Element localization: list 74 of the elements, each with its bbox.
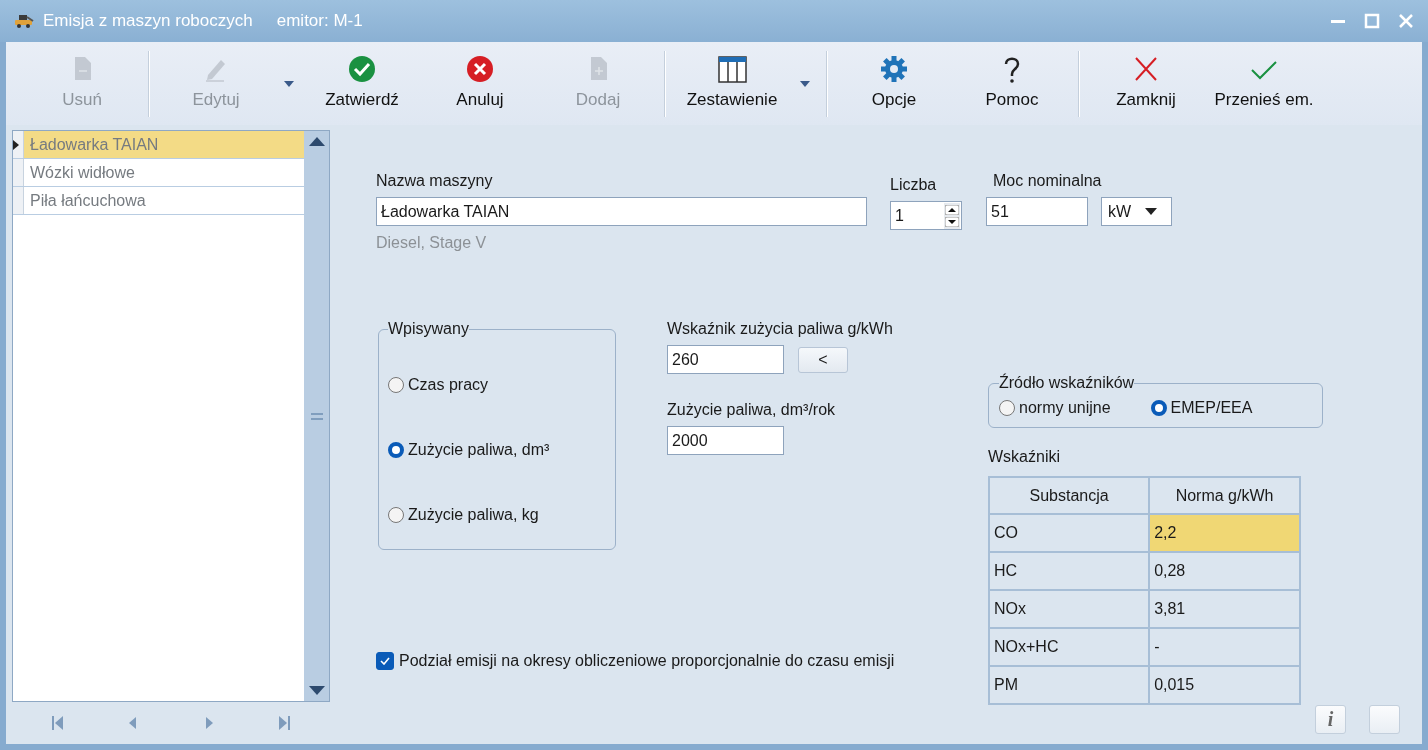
column-header: Norma g/kWh bbox=[1149, 477, 1300, 514]
radio-label[interactable]: EMEP/EEA bbox=[1170, 398, 1253, 417]
group-title: Wpisywany bbox=[388, 320, 469, 338]
close-window-button[interactable]: Zamknij bbox=[1090, 47, 1202, 120]
skip-last-icon bbox=[278, 715, 291, 731]
fuel-use-field[interactable]: 2000 bbox=[667, 426, 784, 455]
blank-button[interactable] bbox=[1369, 705, 1400, 734]
radio-label[interactable]: Czas pracy bbox=[408, 376, 489, 394]
check-circle-icon bbox=[346, 53, 378, 84]
field-label: Zużycie paliwa, dm³/rok bbox=[667, 401, 837, 420]
info-button[interactable]: i bbox=[1315, 705, 1346, 734]
row-pointer-icon bbox=[13, 139, 19, 150]
table-cell[interactable]: - bbox=[1149, 628, 1300, 666]
check-icon bbox=[380, 657, 390, 665]
group-title: Źródło wskaźników bbox=[999, 374, 1135, 392]
table-cell: NOx bbox=[989, 590, 1150, 628]
table-cell: NOx+HC bbox=[989, 628, 1150, 666]
options-button[interactable]: Opcje bbox=[838, 47, 950, 120]
radio-button[interactable] bbox=[388, 377, 404, 393]
power-field[interactable]: 51 bbox=[986, 197, 1088, 226]
radio-button[interactable] bbox=[1150, 399, 1167, 416]
help-button[interactable]: Pomoc bbox=[956, 47, 1068, 120]
fuel-rate-field[interactable]: 260 bbox=[667, 345, 784, 374]
grip-icon bbox=[310, 412, 323, 420]
confirm-button[interactable]: Zatwierdź bbox=[306, 47, 418, 120]
caret-icon bbox=[284, 80, 294, 87]
radio-button[interactable] bbox=[388, 507, 404, 523]
spin-down-icon[interactable] bbox=[945, 216, 959, 227]
radio-label[interactable]: Zużycie paliwa, kg bbox=[408, 506, 539, 524]
scrollbar[interactable] bbox=[304, 131, 329, 701]
skip-first-icon bbox=[51, 715, 64, 731]
radio-label[interactable]: Zużycie paliwa, dm³ bbox=[408, 441, 550, 459]
table-cell[interactable]: 0,28 bbox=[1149, 552, 1300, 590]
table-cell[interactable]: 0,015 bbox=[1149, 666, 1300, 704]
section-label: Wskaźniki bbox=[988, 448, 1061, 466]
radio-label[interactable]: normy unijne bbox=[1019, 398, 1111, 417]
x-circle-icon bbox=[464, 53, 496, 84]
list-item[interactable]: Wózki widłowe bbox=[24, 159, 304, 186]
name-field[interactable]: Ładowarka TAIAN bbox=[376, 197, 867, 226]
radio-button[interactable] bbox=[388, 442, 404, 458]
scroll-up-icon[interactable] bbox=[308, 137, 325, 146]
table-columns-icon bbox=[716, 53, 748, 84]
column-header: Substancja bbox=[989, 477, 1150, 514]
field-label: Wskaźnik zużycia paliwa g/kWh bbox=[667, 320, 894, 339]
maximize-icon[interactable] bbox=[1364, 13, 1380, 29]
hint-text: Diesel, Stage V bbox=[376, 234, 488, 252]
caret-icon bbox=[1145, 208, 1158, 215]
row-selector[interactable] bbox=[13, 131, 24, 158]
checkbox-label[interactable]: Podział emisji na okresy obliczeniowe proporcjonalnie do czasu emisji bbox=[399, 652, 895, 670]
settings-icon bbox=[878, 53, 910, 84]
table-cell: PM bbox=[989, 666, 1150, 704]
apply-button[interactable]: < bbox=[798, 346, 848, 373]
table-cell: HC bbox=[989, 552, 1150, 590]
unit-dropdown[interactable]: kW bbox=[1101, 197, 1172, 226]
spin-up-icon[interactable] bbox=[945, 204, 959, 215]
scroll-down-icon[interactable] bbox=[308, 686, 325, 695]
count-spinner[interactable]: 1 bbox=[890, 201, 962, 230]
table-cell[interactable]: 2,2 bbox=[1149, 514, 1300, 552]
field-label: Moc nominalna bbox=[993, 172, 1103, 191]
checkbox[interactable] bbox=[376, 652, 394, 670]
vehicle-icon bbox=[14, 14, 34, 28]
table-cell: CO bbox=[989, 514, 1150, 552]
cancel-button[interactable]: Anuluj bbox=[424, 47, 536, 120]
window-title: Emisja z maszyn roboczych bbox=[43, 11, 253, 31]
field-label: Nazwa maszyny bbox=[376, 172, 494, 191]
field-label: Liczba bbox=[890, 176, 938, 195]
close-icon[interactable] bbox=[1398, 13, 1414, 29]
list-item[interactable]: Piła łańcuchowa bbox=[24, 187, 304, 214]
caret-icon bbox=[800, 80, 810, 87]
transfer-button[interactable]: Przenieś em. bbox=[1208, 47, 1320, 120]
table-cell[interactable]: 3,81 bbox=[1149, 590, 1300, 628]
radio-button[interactable] bbox=[999, 399, 1015, 416]
report-button[interactable]: Zestawienie bbox=[676, 47, 788, 120]
window-subtitle: emitor: M-1 bbox=[276, 11, 363, 31]
